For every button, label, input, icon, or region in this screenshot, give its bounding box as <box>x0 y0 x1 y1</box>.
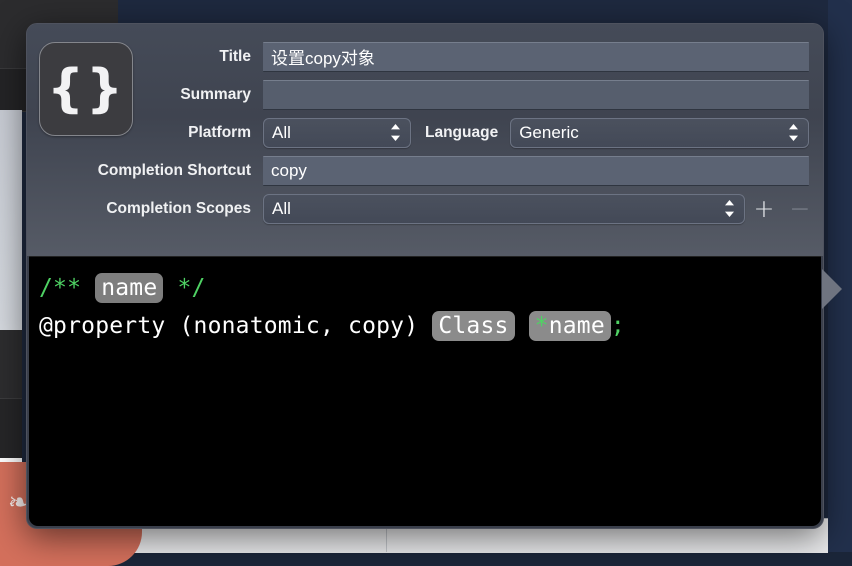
code-token-semicolon: ; <box>610 313 625 339</box>
chevron-updown-icon <box>722 199 736 219</box>
completion-shortcut-input[interactable] <box>263 155 809 186</box>
code-line-1: /** name */ <box>39 269 821 307</box>
background-panel-left-lower-2 <box>0 398 22 461</box>
platform-label: Platform <box>188 123 251 141</box>
completion-shortcut-label: Completion Shortcut <box>97 161 251 179</box>
title-label: Title <box>219 47 251 65</box>
language-value: Generic <box>519 122 579 142</box>
form-row-completion-shortcut: Completion Shortcut <box>27 155 823 186</box>
language-select[interactable]: Generic <box>510 117 809 148</box>
form-row-platform-language: Platform All Language Generic <box>27 117 823 148</box>
title-input[interactable] <box>263 41 809 72</box>
add-scope-button[interactable]: + <box>753 196 775 221</box>
platform-value: All <box>272 122 291 142</box>
popover-arrow <box>822 269 842 309</box>
platform-select[interactable]: All <box>263 117 411 148</box>
form-row-title: Title <box>27 41 823 72</box>
code-token-comment-open: /** <box>39 275 96 301</box>
summary-input[interactable] <box>263 79 809 110</box>
code-placeholder-class[interactable]: Class <box>432 311 515 341</box>
code-token-property-decl: @property (nonatomic, copy) <box>39 313 433 339</box>
chevron-updown-icon <box>786 123 800 143</box>
code-placeholder-name-1[interactable]: name <box>95 273 164 303</box>
summary-label: Summary <box>180 85 251 103</box>
completion-scopes-value: All <box>272 198 291 218</box>
snippet-code-editor[interactable]: /** name */ @property (nonatomic, copy) … <box>29 256 821 526</box>
completion-scopes-label: Completion Scopes <box>106 199 251 217</box>
scope-buttons-group: + − <box>753 196 823 221</box>
code-placeholder-name-2-text: name <box>548 313 605 339</box>
remove-scope-button[interactable]: − <box>789 196 811 221</box>
code-snippet-editor-popover: {} Title Summary Platform All <box>26 23 842 529</box>
snippet-form: Title Summary Platform All <box>27 41 823 231</box>
code-token-comment-close: */ <box>163 275 206 301</box>
snippet-metadata-panel: {} Title Summary Platform All <box>27 24 823 256</box>
completion-scopes-select[interactable]: All <box>263 193 745 224</box>
form-row-summary: Summary <box>27 79 823 110</box>
chevron-updown-icon <box>388 123 402 143</box>
code-placeholder-name-2[interactable]: *name <box>528 311 611 341</box>
code-token-asterisk: * <box>534 313 549 339</box>
code-line-2: @property (nonatomic, copy) Class *name; <box>39 307 821 345</box>
language-label: Language <box>425 123 499 141</box>
form-row-completion-scopes: Completion Scopes All + − <box>27 193 823 224</box>
